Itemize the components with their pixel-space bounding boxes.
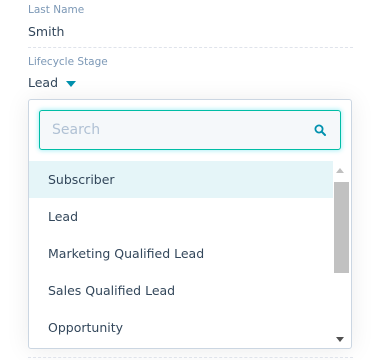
- field-divider: [28, 357, 353, 358]
- options-scrollbar[interactable]: [332, 165, 349, 345]
- lifecycle-stage-label: Lifecycle Stage: [28, 56, 108, 68]
- lifecycle-stage-value: Lead: [28, 75, 59, 90]
- field-divider: [28, 47, 353, 48]
- scroll-down-arrow-icon[interactable]: [336, 337, 344, 342]
- option-marketing-qualified-lead[interactable]: Marketing Qualified Lead: [29, 235, 333, 272]
- lifecycle-stage-dropdown: Subscriber Lead Marketing Qualified Lead…: [28, 99, 352, 349]
- option-opportunity[interactable]: Opportunity: [29, 309, 333, 346]
- lifecycle-stage-select[interactable]: Lead: [28, 75, 77, 90]
- option-lead[interactable]: Lead: [29, 198, 333, 235]
- last-name-value[interactable]: Smith: [28, 24, 64, 39]
- contact-properties-panel: Last Name Smith Lifecycle Stage Lead Sub…: [0, 0, 385, 360]
- scrollbar-thumb[interactable]: [334, 182, 349, 273]
- search-box: [39, 110, 341, 150]
- search-input[interactable]: [40, 111, 312, 149]
- caret-down-icon: [66, 80, 77, 87]
- last-name-label: Last Name: [28, 4, 85, 16]
- search-icon[interactable]: [314, 124, 326, 136]
- option-sales-qualified-lead[interactable]: Sales Qualified Lead: [29, 272, 333, 309]
- option-subscriber[interactable]: Subscriber: [29, 161, 333, 198]
- scroll-up-arrow-icon[interactable]: [336, 168, 344, 173]
- options-list: Subscriber Lead Marketing Qualified Lead…: [29, 161, 333, 346]
